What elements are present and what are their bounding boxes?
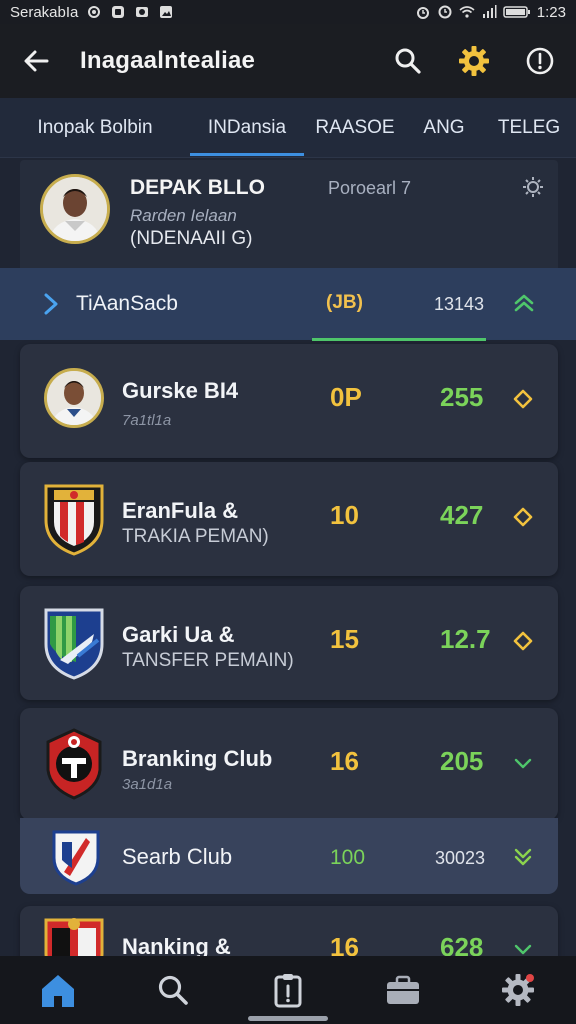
- avatar: [44, 368, 104, 428]
- diamond-icon: [512, 630, 534, 652]
- tab-bar: Inopak Bolbin INDansia RAASOE ANG TELEG: [0, 98, 576, 158]
- notification-icon: [110, 4, 126, 20]
- club-name: Gurske BI4: [122, 378, 239, 403]
- home-icon[interactable]: [36, 968, 80, 1012]
- settings-icon: [86, 4, 102, 20]
- player-profile-header: DEPAK BLLO Rarden Ielaan (NDENAAII G) Po…: [20, 160, 558, 268]
- app-bar: Inagaalntealiae: [0, 24, 576, 98]
- club-crest-icon: [42, 604, 106, 680]
- club-subtitle: TANSFER PEMAIN): [122, 650, 294, 671]
- club-rank: 0P: [330, 382, 362, 412]
- search-club-name: Searb Club: [122, 844, 233, 869]
- player-position: Poroearl 7: [328, 178, 412, 198]
- chevron-right-icon: [42, 292, 60, 316]
- ranking-card[interactable]: Gurske BI4 7a1tl1a 0P 255: [20, 344, 558, 458]
- search-icon[interactable]: [390, 43, 426, 79]
- tab-indansia[interactable]: INDansia: [190, 98, 304, 158]
- battery-icon: [503, 4, 531, 20]
- active-indicator: [312, 338, 486, 341]
- player-country: (NDENAAII G): [130, 228, 253, 249]
- chevron-down-icon: [512, 752, 534, 774]
- small-gear-icon[interactable]: [522, 176, 544, 198]
- tab-ang[interactable]: ANG: [406, 98, 482, 158]
- tab-raasoe[interactable]: RAASOE: [304, 98, 406, 158]
- signal-icon: [481, 4, 497, 20]
- status-bar: SerakabIa 1:23: [0, 0, 576, 24]
- avatar[interactable]: [40, 174, 110, 244]
- briefcase-icon[interactable]: [381, 968, 425, 1012]
- club-points: 427: [440, 500, 484, 530]
- highlight-score: (JB): [326, 292, 363, 313]
- club-points: 255: [440, 382, 484, 412]
- tab-teleg[interactable]: TELEG: [482, 98, 576, 158]
- club-name: Branking Club: [122, 746, 273, 771]
- settings-icon[interactable]: [496, 968, 540, 1012]
- club-rank: 10: [330, 500, 359, 530]
- search-club-points: 30023: [435, 848, 486, 868]
- double-chevron-up-icon: [513, 293, 535, 313]
- club-name: Garki Ua &: [122, 622, 235, 647]
- club-points: 205: [440, 746, 484, 776]
- club-name: EranFula &: [122, 498, 239, 523]
- alarm-icon: [415, 4, 431, 20]
- club-rank: 15: [330, 624, 359, 654]
- page-title: Inagaalntealiae: [80, 47, 256, 74]
- ranking-card[interactable]: EranFula & TRAKIA PEMAN) 10 427: [20, 462, 558, 576]
- camera-icon: [134, 4, 150, 20]
- search-club-row[interactable]: Searb Club 100 30023: [20, 818, 558, 894]
- player-name: DEPAK BLLO: [130, 176, 265, 199]
- search-icon[interactable]: [151, 968, 195, 1012]
- gear-icon[interactable]: [456, 43, 492, 79]
- club-crest-icon: [42, 726, 106, 802]
- clock-time: 1:23: [536, 3, 566, 21]
- search-club-rank: 100: [330, 846, 366, 869]
- highlighted-ranking-row[interactable]: TiAanSacb (JB) 13143: [0, 268, 576, 340]
- highlight-label: TiAanSacb: [76, 292, 178, 315]
- back-arrow-icon[interactable]: [18, 43, 54, 79]
- club-points: 12.7: [440, 624, 491, 654]
- club-subtitle: 7a1tl1a: [122, 412, 172, 429]
- club-rank: 16: [330, 746, 359, 776]
- home-indicator: [248, 1016, 328, 1021]
- clock-icon: [437, 4, 453, 20]
- wifi-icon: [459, 4, 475, 20]
- tab-inopak-bolbin[interactable]: Inopak Bolbin: [0, 98, 190, 158]
- club-crest-icon: [42, 480, 106, 556]
- club-crest-icon: [50, 828, 102, 886]
- carrier-label: SerakabIa: [10, 3, 79, 21]
- double-chevron-down-icon: [512, 846, 534, 868]
- info-icon[interactable]: [522, 43, 558, 79]
- bottom-navigation: [0, 956, 576, 1024]
- clipboard-icon[interactable]: [266, 968, 310, 1012]
- ranking-card[interactable]: Garki Ua & TANSFER PEMAIN) 15 12.7: [20, 586, 558, 700]
- player-subtitle: Rarden Ielaan: [130, 206, 237, 225]
- diamond-icon: [512, 388, 534, 410]
- image-icon: [158, 4, 174, 20]
- ranking-card[interactable]: Branking Club 3a1d1a 16 205: [20, 708, 558, 820]
- club-subtitle: 3a1d1a: [122, 776, 173, 793]
- club-subtitle: TRAKIA PEMAN): [122, 526, 269, 547]
- highlight-points: 13143: [434, 294, 485, 314]
- diamond-icon: [512, 506, 534, 528]
